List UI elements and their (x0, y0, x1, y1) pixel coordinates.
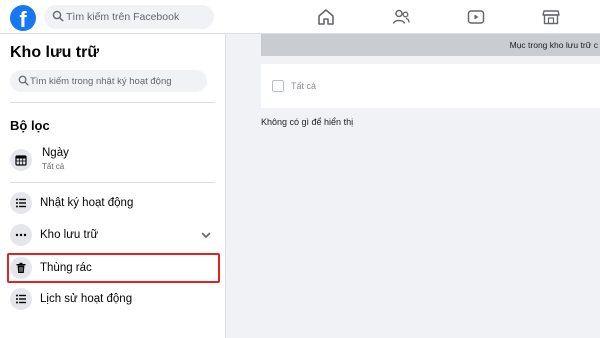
select-all-card: Tất cả (261, 64, 600, 108)
empty-state-text: Không có gì để hiển thị (261, 117, 354, 127)
filter-title: Bộ lọc (10, 118, 50, 133)
date-filter-label: Ngày (42, 147, 69, 159)
select-all-label: Tất cả (291, 81, 317, 91)
friends-icon[interactable] (391, 7, 411, 27)
archive-header-band: Mục trong kho lưu trữ c (261, 34, 600, 56)
sidebar-item-label: Lịch sử hoạt động (40, 293, 133, 305)
list-icon (10, 192, 32, 214)
more-icon (10, 224, 32, 246)
sidebar-title: Kho lưu trữ (10, 44, 99, 61)
sidebar-item-activity-history[interactable]: Lịch sử hoạt động (6, 286, 216, 314)
archive-header-text: Mục trong kho lưu trữ c (509, 40, 598, 50)
activity-search-input[interactable] (30, 70, 200, 92)
sidebar-item-archive[interactable]: Kho lưu trữ (6, 222, 216, 250)
trash-highlight-box (7, 253, 220, 283)
facebook-search-box[interactable] (44, 5, 214, 29)
sidebar: Kho lưu trữ Bộ lọc Ngày Tất cả (0, 34, 226, 338)
chevron-down-icon[interactable] (200, 229, 212, 241)
facebook-logo-icon[interactable]: f (10, 5, 36, 31)
select-all-checkbox[interactable] (272, 80, 284, 92)
top-bar: f (0, 0, 600, 34)
sidebar-item-label: Nhật ký hoạt động (40, 197, 134, 209)
list-icon (10, 288, 32, 310)
marketplace-icon[interactable] (541, 7, 561, 27)
activity-search-box[interactable] (10, 70, 207, 92)
divider (10, 182, 215, 183)
facebook-search-input[interactable] (66, 5, 206, 29)
home-icon[interactable] (316, 7, 336, 27)
search-icon (52, 10, 64, 22)
divider (10, 102, 215, 103)
sidebar-item-label: Kho lưu trữ (40, 229, 99, 241)
sidebar-item-activity-log[interactable]: Nhật ký hoạt động (6, 190, 216, 218)
calendar-icon (10, 149, 32, 171)
date-filter[interactable]: Ngày Tất cả (6, 144, 216, 176)
search-icon (18, 75, 29, 86)
watch-icon[interactable] (466, 7, 486, 27)
date-filter-value: Tất cả (42, 162, 65, 171)
